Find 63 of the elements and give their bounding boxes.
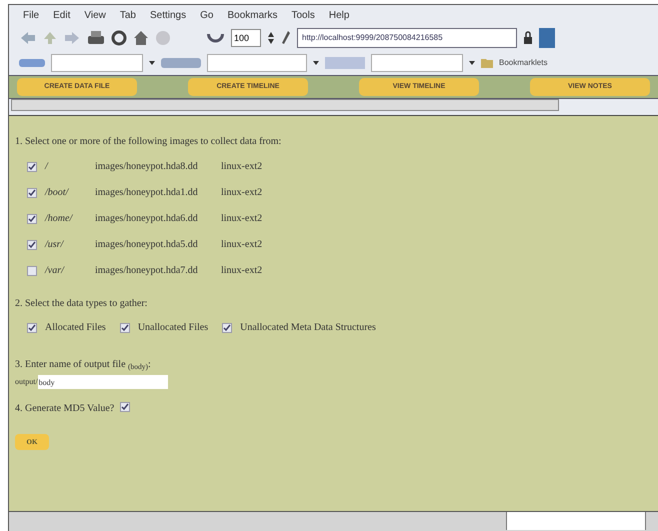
menu-item[interactable]: Tab <box>120 8 136 22</box>
spin-icon[interactable] <box>267 30 275 46</box>
data-type-label: Unallocated Files <box>138 321 208 335</box>
zoom-field[interactable]: 100 <box>231 29 261 47</box>
menu-item[interactable]: Tools <box>291 8 315 22</box>
mount-point: /home/ <box>45 212 74 226</box>
image-path: images/honeypot.hda1.dd <box>95 186 199 200</box>
menu-item[interactable]: Help <box>328 8 350 22</box>
checkbox[interactable] <box>27 240 37 250</box>
filesystem-type: linux-ext2 <box>221 186 262 200</box>
data-type-label: Unallocated Meta Data Structures <box>240 321 376 335</box>
image-path: images/honeypot.hda6.dd <box>95 212 199 226</box>
horizontal-scrollbar[interactable] <box>11 99 559 111</box>
mount-point: / <box>45 160 50 174</box>
image-path: images/honeypot.hda7.dd <box>95 264 199 278</box>
search-field[interactable] <box>371 54 463 72</box>
checkbox[interactable] <box>27 266 37 276</box>
loading-icon <box>207 33 225 43</box>
address-field[interactable]: http://localhost:9999/208750084216585 <box>297 28 517 48</box>
folder-icon <box>481 58 493 68</box>
checkbox[interactable] <box>27 322 37 332</box>
menu-item[interactable]: Edit <box>53 8 70 22</box>
search-field[interactable] <box>207 54 307 72</box>
checkbox[interactable] <box>27 162 37 172</box>
dropdown-icon[interactable] <box>313 60 319 66</box>
dropdown-icon[interactable] <box>149 60 155 66</box>
search-field[interactable] <box>51 54 143 72</box>
filesystem-type: linux-ext2 <box>221 160 262 174</box>
menu-item[interactable]: Settings <box>150 8 186 22</box>
checkbox[interactable] <box>27 214 37 224</box>
filesystem-type: linux-ext2 <box>221 212 262 226</box>
search-logo-icon <box>19 57 45 69</box>
reload-icon[interactable] <box>111 30 127 46</box>
output-prefix: output/ <box>15 376 38 388</box>
data-type-label: Allocated Files <box>45 321 106 335</box>
image-path: images/honeypot.hda8.dd <box>95 160 199 174</box>
image-path: images/honeypot.hda5.dd <box>95 238 199 252</box>
checkbox[interactable] <box>120 322 130 332</box>
menu-item[interactable]: View <box>84 8 106 22</box>
step-label: 1. Select one or more of the following images to collect data from: <box>15 135 282 149</box>
output-file-field[interactable]: body <box>38 375 168 389</box>
dropdown-icon[interactable] <box>469 60 475 66</box>
mount-point: /var/ <box>45 264 66 278</box>
search-logo-icon <box>161 56 201 70</box>
print-icon[interactable] <box>87 30 105 46</box>
search-logo-icon <box>325 55 365 71</box>
filesystem-type: linux-ext2 <box>221 264 262 278</box>
checkbox[interactable] <box>120 402 130 412</box>
menu-item[interactable]: Go <box>200 8 214 22</box>
checkbox[interactable] <box>27 188 37 198</box>
home-icon[interactable] <box>133 30 149 46</box>
menu-item[interactable]: Bookmarks <box>227 8 278 22</box>
step-label: 3. Enter name of output file $_{(body)}$: <box>15 358 152 372</box>
lock-icon <box>523 31 533 45</box>
step-label: 2. Select the data types to gather: <box>15 297 148 311</box>
mount-point: /boot/ <box>45 186 70 200</box>
bookmarks-label[interactable]: Bookmarklets <box>499 57 548 69</box>
checkbox[interactable] <box>222 322 232 332</box>
pen-icon <box>281 30 291 46</box>
filesystem-type: linux-ext2 <box>221 238 262 252</box>
menu-item[interactable]: File <box>23 8 40 22</box>
step-label: 4. Generate MD5 Value? <box>15 402 114 416</box>
mount-point: /usr/ <box>45 238 65 252</box>
